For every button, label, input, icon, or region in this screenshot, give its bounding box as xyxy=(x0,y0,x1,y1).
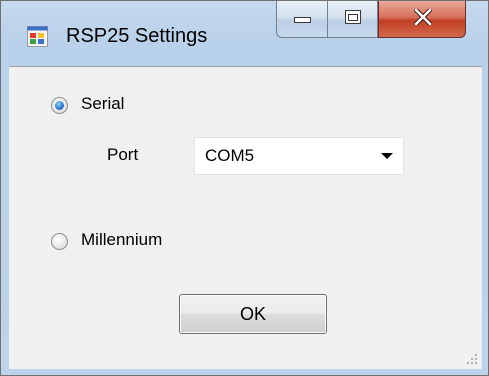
window-title: RSP25 Settings xyxy=(66,25,208,47)
settings-panel: Serial Port COM5 Millennium OK xyxy=(9,66,482,369)
serial-radio[interactable] xyxy=(51,97,68,114)
millennium-radio[interactable] xyxy=(51,233,68,250)
close-icon xyxy=(414,9,432,25)
port-label: Port xyxy=(107,145,139,164)
resize-grip-icon[interactable] xyxy=(466,353,478,365)
ok-button[interactable]: OK xyxy=(179,294,327,334)
millennium-label[interactable]: Millennium xyxy=(81,230,162,250)
minimize-button[interactable] xyxy=(276,1,328,38)
close-button[interactable] xyxy=(378,1,466,38)
chevron-down-icon[interactable] xyxy=(381,153,393,159)
ok-button-label: OK xyxy=(239,304,266,324)
port-select-value: COM5 xyxy=(205,146,255,165)
settings-window: RSP25 Settings Serial Port COM5 Millenni… xyxy=(0,0,489,376)
application-icon[interactable] xyxy=(27,26,48,47)
port-select[interactable]: COM5 xyxy=(194,137,404,175)
maximize-button[interactable] xyxy=(328,1,378,38)
radio-selected-dot xyxy=(55,101,64,110)
title-bar[interactable]: RSP25 Settings xyxy=(1,1,488,65)
maximize-icon xyxy=(345,10,361,24)
minimize-icon xyxy=(294,17,311,23)
serial-label[interactable]: Serial xyxy=(81,94,124,114)
